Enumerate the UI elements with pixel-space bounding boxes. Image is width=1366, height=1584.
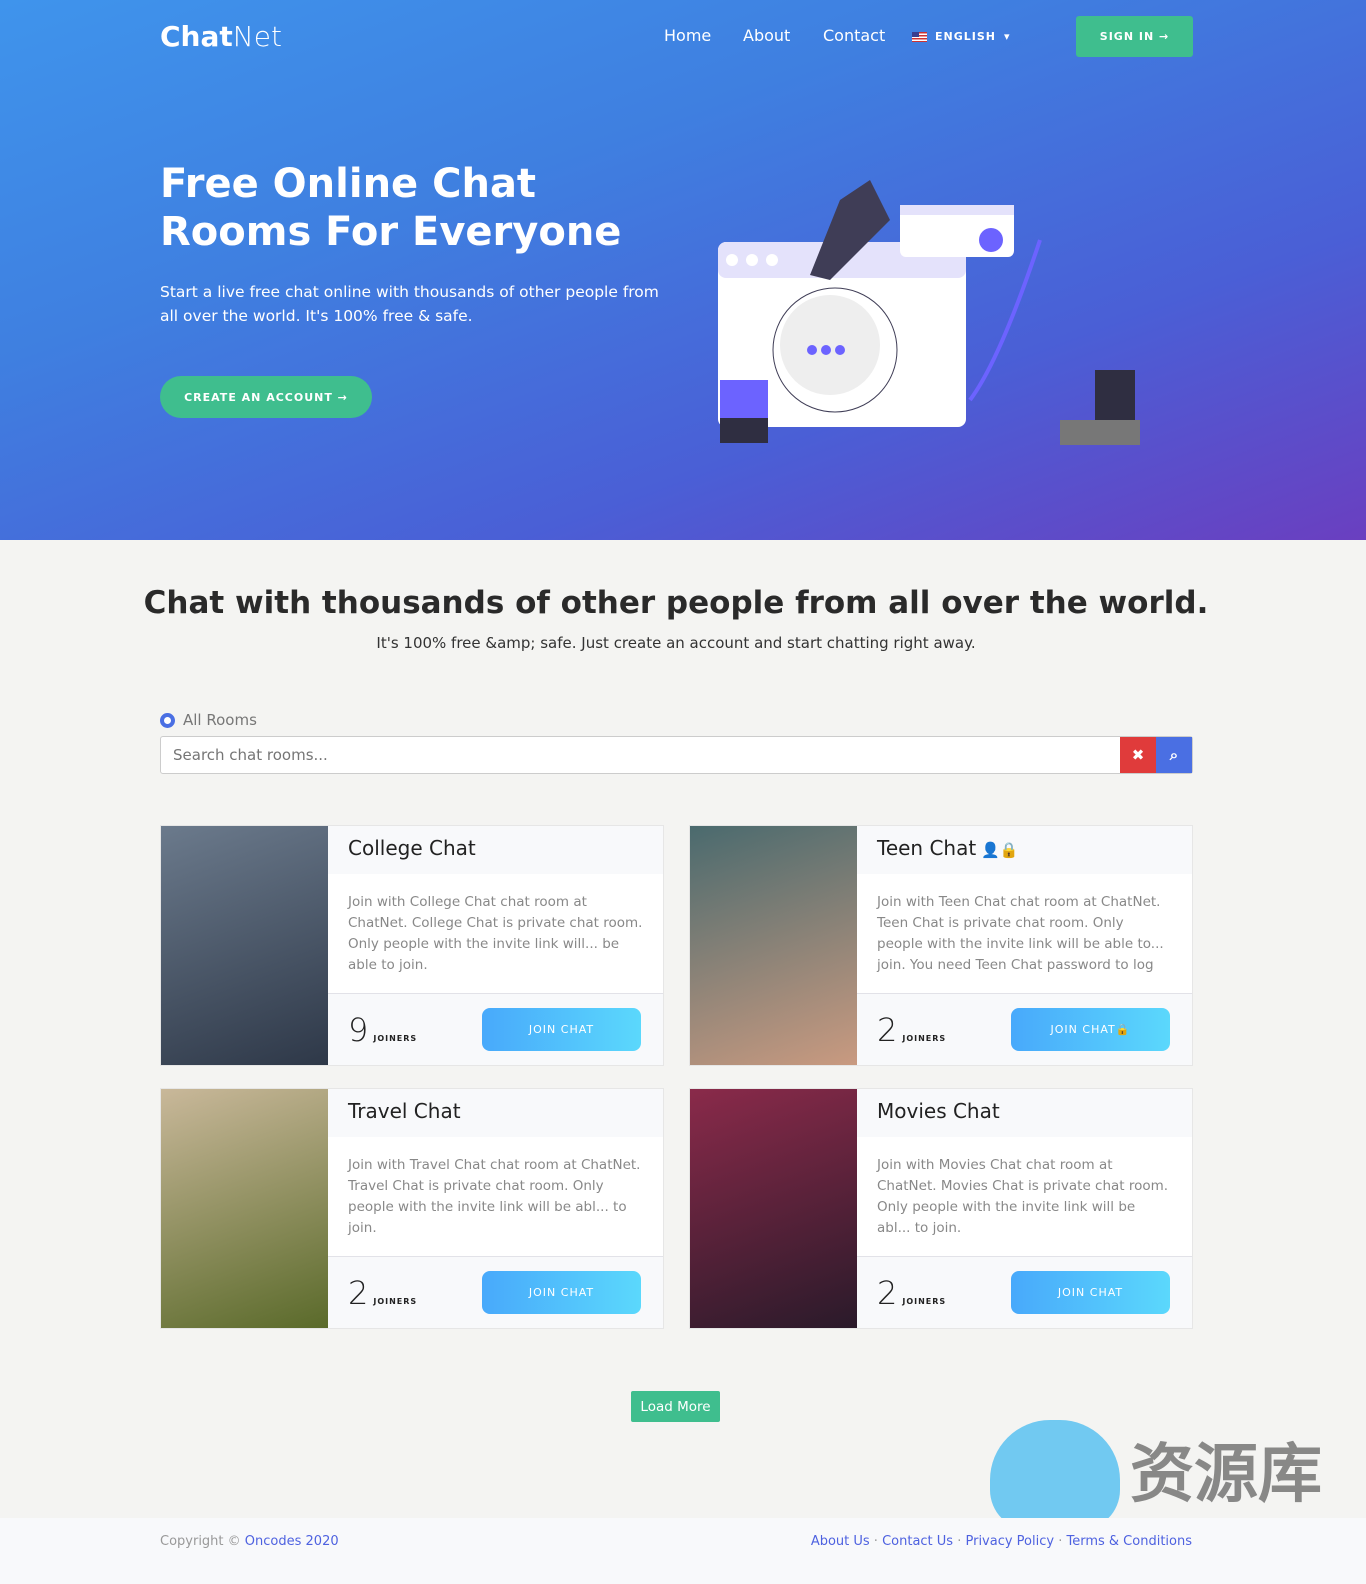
radio-checked-icon [160,712,175,728]
search-icon: ⌕ [1169,746,1179,764]
watermark: 资源库 [1130,1438,1322,1512]
room-card: College Chat Join with College Chat chat… [160,825,664,1066]
section-subtitle: It's 100% free &amp; safe. Just create a… [376,634,976,652]
nav-contact[interactable]: Contact [823,26,885,45]
section-title: Chat with thousands of other people from… [143,585,1209,621]
footer-privacy-link[interactable]: Privacy Policy [965,1534,1054,1549]
join-chat-button[interactable]: JOIN CHAT [482,1008,641,1051]
join-chat-button[interactable]: JOIN CHAT [1011,1271,1170,1314]
language-dropdown[interactable]: ENGLISH ▾ [912,30,1011,43]
footer-contact-link[interactable]: Contact Us [882,1534,953,1549]
nav-about[interactable]: About [743,26,790,45]
all-rooms-radio[interactable]: All Rooms [160,711,257,729]
join-chat-button[interactable]: JOIN CHAT 🔒 [1011,1008,1170,1051]
joiners-count: 2 JOINERS [348,1273,418,1312]
close-icon: ✖ [1131,746,1145,764]
chat-illustration [718,180,1140,445]
sign-in-button[interactable]: SIGN IN → [1076,16,1193,57]
footer-terms-link[interactable]: Terms & Conditions [1067,1534,1193,1549]
user-lock-icon: 👤🔒 [976,841,1019,859]
room-description: Join with Teen Chat chat room at ChatNet… [857,874,1192,994]
lock-icon: 🔒 [1115,1023,1131,1036]
room-description: Join with College Chat chat room at Chat… [328,874,663,994]
nav-home[interactable]: Home [664,26,711,45]
caret-down-icon: ▾ [1003,30,1011,43]
room-description: Join with Movies Chat chat room at ChatN… [857,1137,1192,1257]
search-button[interactable]: ⌕ [1156,737,1192,773]
room-card: Travel Chat Join with Travel Chat chat r… [160,1088,664,1329]
hero: ChatNet Home About Contact ENGLISH ▾ SIGN… [0,0,1366,540]
room-title[interactable]: Teen Chat 👤🔒 [857,826,1192,874]
room-image [161,1089,328,1328]
clear-search-button[interactable]: ✖ [1120,737,1156,773]
hero-lead: Start a live free chat online with thous… [160,283,659,325]
room-title[interactable]: College Chat [328,826,663,874]
footer: Copyright © Oncodes 2020 About Us · Cont… [0,1518,1366,1584]
room-card: Teen Chat 👤🔒 Join with Teen Chat chat ro… [689,825,1193,1066]
hero-title: Free Online Chat Rooms For Everyone [160,161,622,255]
join-chat-button[interactable]: JOIN CHAT [482,1271,641,1314]
logo[interactable]: ChatNet [160,20,282,53]
us-flag-icon [912,31,927,42]
room-image [161,826,328,1065]
copyright: Copyright © Oncodes 2020 [160,1534,339,1549]
room-title[interactable]: Travel Chat [328,1089,663,1137]
create-account-button[interactable]: CREATE AN ACCOUNT → [160,376,372,418]
joiners-count: 2 JOINERS [877,1010,947,1049]
watermark-bear-logo [990,1420,1120,1530]
room-description: Join with Travel Chat chat room at ChatN… [328,1137,663,1257]
room-card: Movies Chat Join with Movies Chat chat r… [689,1088,1193,1329]
room-image [690,1089,857,1328]
joiners-count: 2 JOINERS [877,1273,947,1312]
footer-links: About Us · Contact Us · Privacy Policy ·… [810,1534,1193,1549]
search-input[interactable] [161,737,1120,773]
joiners-count: 9 JOINERS [348,1010,418,1049]
search-bar: ✖ ⌕ [160,736,1193,774]
company-link[interactable]: Oncodes 2020 [245,1534,339,1549]
room-title[interactable]: Movies Chat [857,1089,1192,1137]
room-image [690,826,857,1065]
load-more-button[interactable]: Load More [631,1391,720,1422]
footer-about-link[interactable]: About Us [811,1534,870,1549]
